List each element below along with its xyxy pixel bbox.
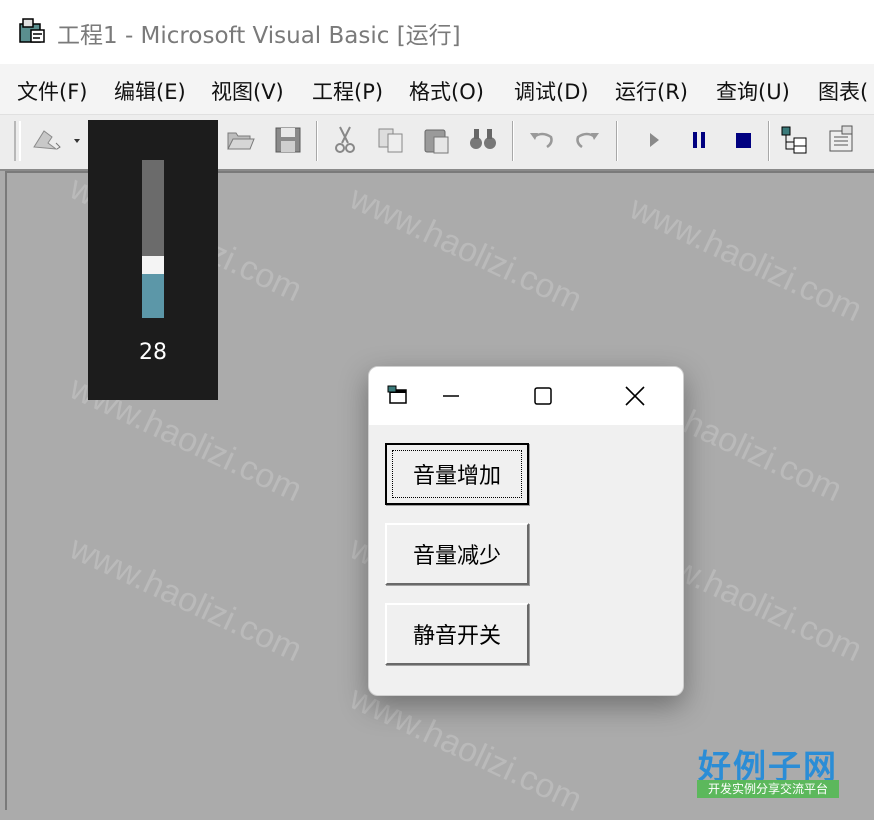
menu-bar: 文件(F) 编辑(E) 视图(V) 工程(P) 格式(O) 调试(D) 运行(R…	[0, 64, 874, 115]
undo-icon[interactable]	[525, 123, 559, 157]
form-icon	[387, 385, 411, 407]
minimize-button[interactable]	[429, 377, 473, 415]
find-icon[interactable]	[466, 123, 500, 157]
volume-flyout: 28	[88, 120, 218, 400]
vb-app-icon	[17, 16, 47, 46]
menu-view[interactable]: 视图(V)	[211, 76, 284, 106]
volume-up-button[interactable]: 音量增加	[385, 443, 529, 505]
menu-file[interactable]: 文件(F)	[17, 76, 87, 106]
menu-debug[interactable]: 调试(D)	[514, 76, 589, 106]
redo-icon[interactable]	[570, 123, 604, 157]
window-title: 工程1 - Microsoft Visual Basic [运行]	[57, 23, 461, 49]
break-icon[interactable]	[682, 123, 716, 157]
project-explorer-icon[interactable]	[778, 123, 812, 157]
copy-icon[interactable]	[374, 123, 408, 157]
menu-diagram[interactable]: 图表(	[818, 76, 868, 106]
close-button[interactable]	[613, 377, 657, 415]
dropdown-arrow-icon[interactable]	[68, 123, 86, 157]
volume-slider[interactable]	[142, 160, 164, 318]
save-icon[interactable]	[271, 123, 305, 157]
menu-format[interactable]: 格式(O)	[409, 76, 484, 106]
maximize-icon	[534, 387, 552, 405]
paste-icon[interactable]	[420, 123, 454, 157]
toolbar-separator	[616, 121, 618, 161]
close-icon	[625, 386, 645, 406]
logo-subtitle: 开发实例分享交流平台	[697, 780, 839, 798]
minimize-icon	[443, 395, 459, 397]
cut-icon[interactable]	[328, 123, 362, 157]
properties-icon[interactable]	[824, 123, 858, 157]
form-window: 音量增加 音量减少 静音开关	[368, 366, 684, 696]
volume-value: 28	[139, 340, 167, 365]
end-icon[interactable]	[726, 123, 760, 157]
toolbar-separator	[316, 121, 318, 161]
open-icon[interactable]	[224, 123, 258, 157]
mute-toggle-button[interactable]: 静音开关	[385, 603, 529, 665]
add-project-icon[interactable]	[30, 123, 64, 157]
menu-run[interactable]: 运行(R)	[615, 76, 688, 106]
toolbar-separator	[512, 121, 514, 161]
toolbar-grip[interactable]	[14, 121, 21, 161]
menu-edit[interactable]: 编辑(E)	[114, 76, 186, 106]
volume-level-fill	[142, 274, 164, 318]
maximize-button[interactable]	[521, 377, 565, 415]
start-icon[interactable]	[638, 123, 672, 157]
menu-project[interactable]: 工程(P)	[312, 76, 383, 106]
form-titlebar	[369, 367, 683, 425]
window-titlebar: 工程1 - Microsoft Visual Basic [运行]	[0, 0, 874, 64]
volume-down-button[interactable]: 音量减少	[385, 523, 529, 585]
volume-slider-thumb[interactable]	[142, 256, 164, 274]
menu-query[interactable]: 查询(U)	[716, 76, 790, 106]
toolbar-separator	[768, 121, 770, 161]
site-logo: 好例子网 开发实例分享交流平台	[697, 740, 839, 800]
